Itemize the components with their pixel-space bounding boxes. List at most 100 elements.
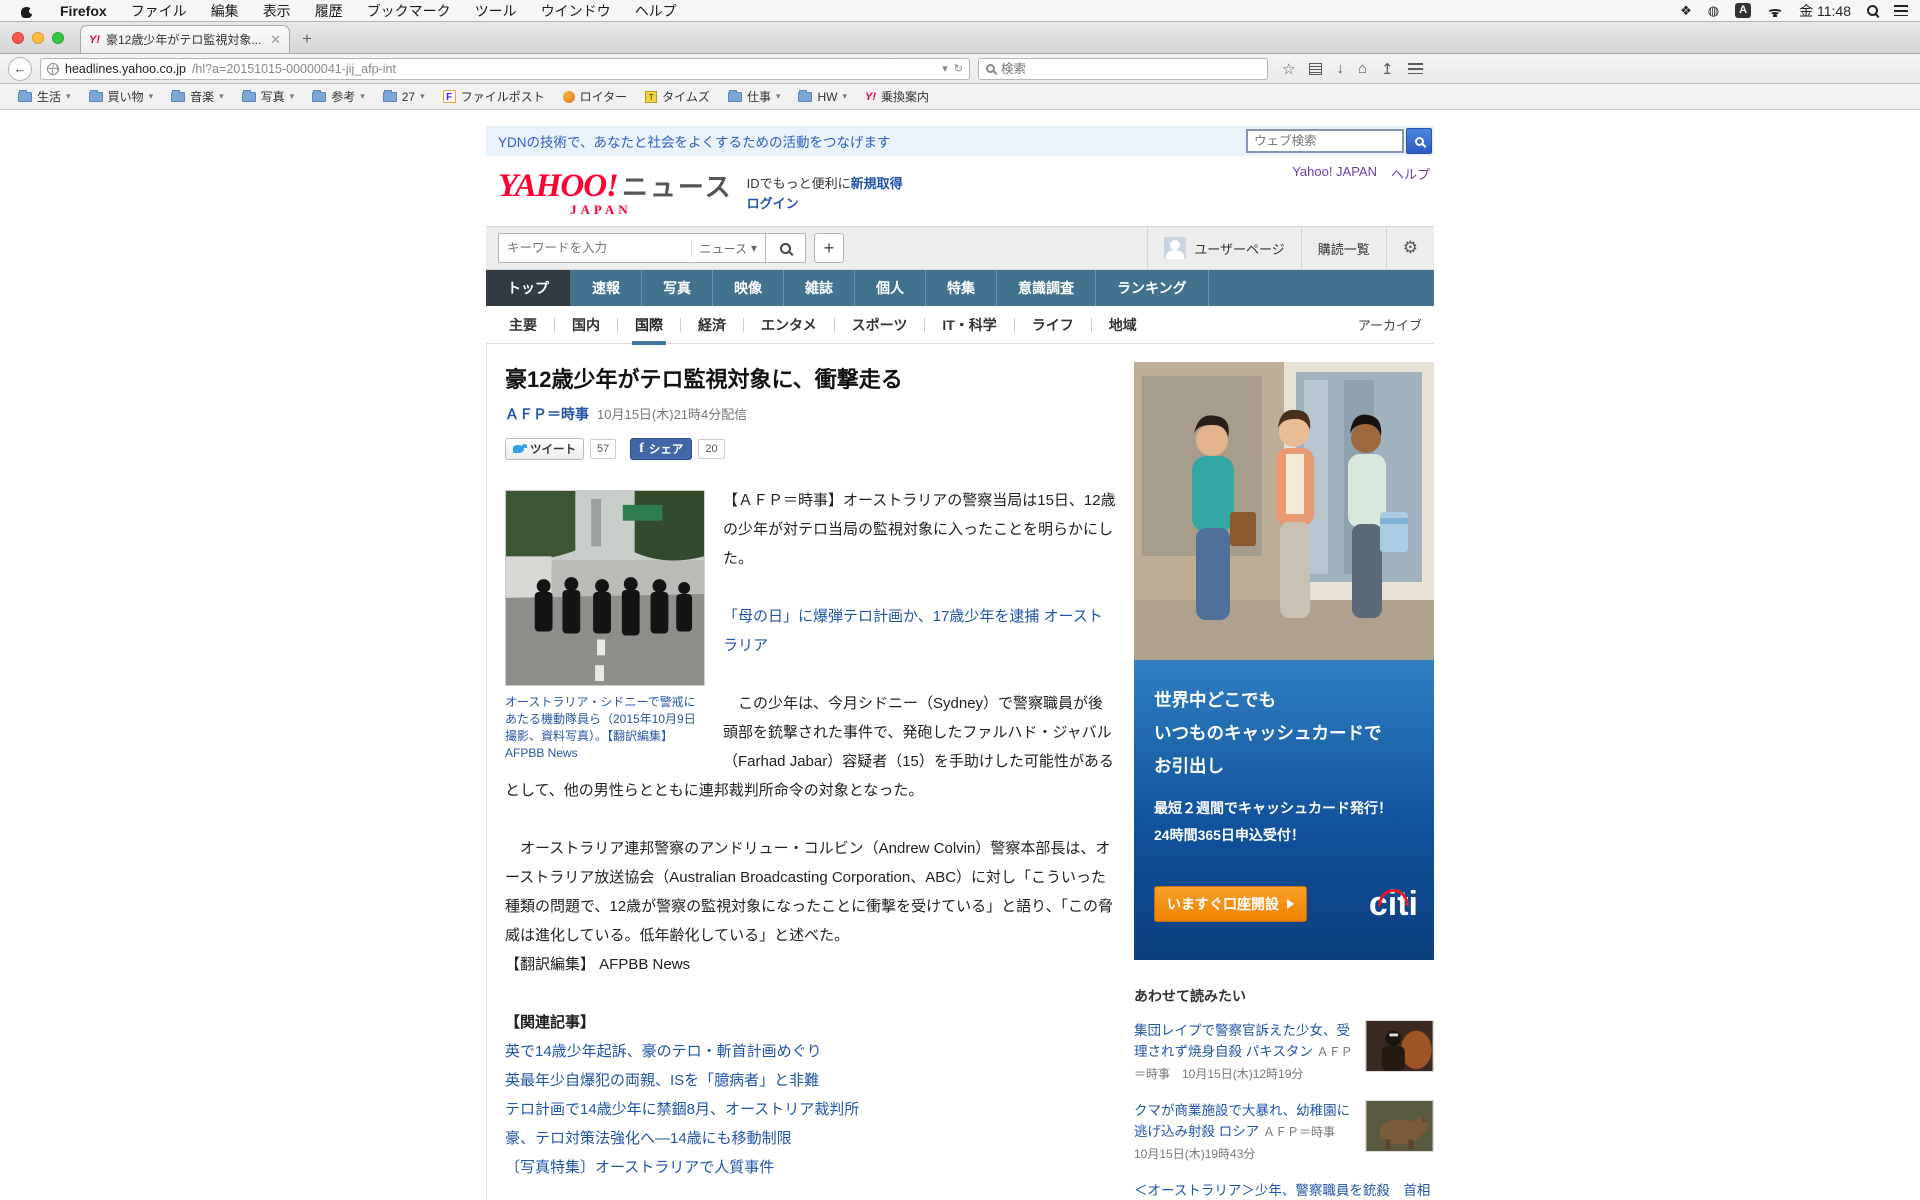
bookmark-folder-kaimono[interactable]: 買い物▾: [81, 88, 162, 105]
subscriptions-link[interactable]: 購読一覧: [1301, 227, 1386, 269]
tab-top[interactable]: トップ: [486, 270, 571, 306]
tab-ranking[interactable]: ランキング: [1096, 270, 1209, 306]
browser-tab[interactable]: Y! 豪12歳少年がテロ監視対象... ✕: [80, 25, 290, 53]
back-button[interactable]: ←: [8, 57, 32, 81]
bookmark-transit[interactable]: Y!乗換案内: [857, 88, 937, 105]
subtab-life[interactable]: ライフ: [1014, 318, 1091, 332]
browser-search-input[interactable]: [1001, 62, 1260, 76]
recommend-title[interactable]: ＜オーストラリア＞少年、警察職員を銃殺 首相「テロ行為」: [1134, 1183, 1430, 1200]
news-search-button[interactable]: [766, 233, 806, 263]
related-link-2[interactable]: 英最年少自爆犯の両親、ISを「臆病者」と非難: [505, 1066, 1116, 1095]
related-link-1[interactable]: 英で14歳少年起訴、豪のテロ・斬首計画めぐり: [505, 1037, 1116, 1066]
help-link[interactable]: ヘルプ: [1391, 164, 1430, 183]
apple-menu-icon[interactable]: [18, 3, 34, 19]
promo-link[interactable]: YDNの技術で、あなたと社会をよくするための活動をつなげます: [498, 131, 890, 151]
yahoo-japan-link[interactable]: Yahoo! JAPAN: [1292, 164, 1377, 183]
article-source-link[interactable]: ＡＦＰ＝時事: [505, 404, 589, 424]
browser-search-box[interactable]: [978, 58, 1268, 80]
bookmark-folder-ongaku[interactable]: 音楽▾: [163, 88, 232, 105]
userpage-link[interactable]: ユーザーページ: [1147, 227, 1300, 269]
bookmark-folder-shigoto[interactable]: 仕事▾: [720, 88, 789, 105]
article-photo[interactable]: オーストラリア・シドニーで警戒にあたる機動隊員ら（2015年10月9日撮影、資料…: [505, 490, 705, 762]
facebook-share-button[interactable]: f シェア: [630, 438, 692, 460]
web-search-field[interactable]: [1246, 129, 1404, 153]
ad-cta-button[interactable]: いますぐ口座開設: [1154, 886, 1307, 922]
bookmarks-panel-icon[interactable]: [1309, 63, 1322, 75]
menubar-clock[interactable]: 金 11:48: [1799, 1, 1851, 21]
recommend-item-1[interactable]: 集団レイプで警察官訴えた少女、受理されず焼身自殺 パキスタン ＡＦＰ＝時事 10…: [1134, 1020, 1434, 1084]
signup-link[interactable]: 新規取得: [851, 176, 903, 191]
add-search-button[interactable]: +: [814, 233, 844, 263]
menu-tools[interactable]: ツール: [463, 1, 529, 21]
tweet-button[interactable]: ツイート: [505, 438, 584, 460]
menu-view[interactable]: 表示: [251, 1, 303, 21]
menu-window[interactable]: ウインドウ: [529, 1, 623, 21]
bookmark-folder-seikatsu[interactable]: 生活▾: [10, 88, 79, 105]
notification-center-icon[interactable]: [1894, 5, 1908, 16]
menu-file[interactable]: ファイル: [119, 1, 199, 21]
bookmark-folder-27[interactable]: 27▾: [375, 90, 433, 104]
home-icon[interactable]: ⌂: [1358, 60, 1367, 77]
keyword-field[interactable]: ニュース▾: [498, 233, 766, 263]
share-icon[interactable]: ↥: [1381, 60, 1394, 78]
settings-button[interactable]: ⚙: [1386, 227, 1434, 269]
menu-firefox[interactable]: Firefox: [48, 3, 119, 19]
menu-edit[interactable]: 編集: [199, 1, 251, 21]
site-identity-icon[interactable]: [47, 63, 59, 75]
input-method-icon[interactable]: A: [1735, 3, 1751, 18]
recommend-thumbnail[interactable]: [1365, 1100, 1434, 1164]
tab-ishikichosa[interactable]: 意識調査: [997, 270, 1096, 306]
related-inline-link[interactable]: 「母の日」に爆弾テロ計画か、17歳少年を逮捕 オーストラリア: [723, 608, 1103, 654]
yahoo-news-logo[interactable]: YAHOO!ニュース JAPAN: [498, 170, 733, 216]
status-dot-icon[interactable]: ◍: [1708, 3, 1719, 19]
keyword-input[interactable]: [507, 241, 691, 255]
menu-history[interactable]: 履歴: [303, 1, 355, 21]
reload-icon[interactable]: ↻: [954, 62, 963, 75]
new-tab-button[interactable]: +: [290, 29, 324, 53]
subtab-sports[interactable]: スポーツ: [834, 318, 925, 332]
subtab-kokusai[interactable]: 国際: [617, 318, 680, 332]
minimize-window-button[interactable]: [32, 32, 44, 44]
menu-help[interactable]: ヘルプ: [623, 1, 689, 21]
subtab-chiiki[interactable]: 地域: [1091, 318, 1154, 332]
close-window-button[interactable]: [12, 32, 24, 44]
tab-eizo[interactable]: 映像: [713, 270, 784, 306]
url-bar[interactable]: headlines.yahoo.co.jp /hl?a=20151015-000…: [40, 58, 970, 80]
bookmark-star-icon[interactable]: ☆: [1282, 60, 1295, 78]
bookmark-filepost[interactable]: Fファイルポスト: [435, 88, 553, 105]
photo-caption[interactable]: オーストラリア・シドニーで警戒にあたる機動隊員ら（2015年10月9日撮影、資料…: [505, 694, 705, 762]
related-link-4[interactable]: 豪、テロ対策法強化へ―14歳にも移動制限: [505, 1124, 1116, 1153]
tab-sokuho[interactable]: 速報: [571, 270, 642, 306]
search-scope-dropdown[interactable]: ニュース▾: [691, 240, 757, 257]
web-search-input[interactable]: [1254, 134, 1415, 148]
bookmark-folder-hw[interactable]: HW▾: [790, 90, 855, 104]
recommend-item-3[interactable]: ＜オーストラリア＞少年、警察職員を銃殺 首相「テロ行為」 毎日新聞 10月3日(…: [1134, 1180, 1434, 1200]
tab-shashin[interactable]: 写真: [642, 270, 713, 306]
subtab-shuyo[interactable]: 主要: [492, 318, 554, 332]
bookmark-folder-shashin[interactable]: 写真▾: [234, 88, 303, 105]
recommend-thumbnail[interactable]: [1365, 1020, 1434, 1084]
subtab-entame[interactable]: エンタメ: [743, 318, 834, 332]
bookmark-reuters[interactable]: ロイター: [555, 88, 636, 105]
citi-ad[interactable]: 世界中どこでも いつものキャッシュカードで お引出し 最短２週間でキャッシュカー…: [1134, 362, 1434, 960]
login-link[interactable]: ログイン: [747, 196, 799, 211]
dropbox-icon[interactable]: ❖: [1680, 3, 1692, 19]
tab-close-icon[interactable]: ✕: [270, 32, 281, 48]
subtab-kokunai[interactable]: 国内: [554, 318, 617, 332]
related-link-3[interactable]: テロ計画で14歳少年に禁錮8月、オーストリア裁判所: [505, 1095, 1116, 1124]
tab-zasshi[interactable]: 雑誌: [784, 270, 855, 306]
spotlight-icon[interactable]: [1867, 5, 1878, 16]
downloads-icon[interactable]: ↓: [1336, 60, 1344, 77]
tab-tokushu[interactable]: 特集: [926, 270, 997, 306]
menu-bookmarks[interactable]: ブックマーク: [355, 1, 463, 21]
subtab-it[interactable]: IT・科学: [924, 318, 1013, 332]
recommend-item-2[interactable]: クマが商業施設で大暴れ、幼稚園に逃げ込み射殺 ロシア ＡＦＰ＝時事 10月15日…: [1134, 1100, 1434, 1164]
menu-hamburger-icon[interactable]: [1408, 63, 1423, 74]
bookmark-folder-sanko[interactable]: 参考▾: [304, 88, 373, 105]
tab-kojin[interactable]: 個人: [855, 270, 926, 306]
web-search-button[interactable]: [1406, 128, 1432, 154]
bookmark-times[interactable]: Tタイムズ: [637, 88, 718, 105]
related-link-5[interactable]: 〔写真特集〕オーストラリアで人質事件: [505, 1153, 1116, 1182]
archive-link[interactable]: アーカイブ: [1358, 315, 1428, 334]
urlbar-dropdown-icon[interactable]: ▾: [942, 62, 948, 75]
